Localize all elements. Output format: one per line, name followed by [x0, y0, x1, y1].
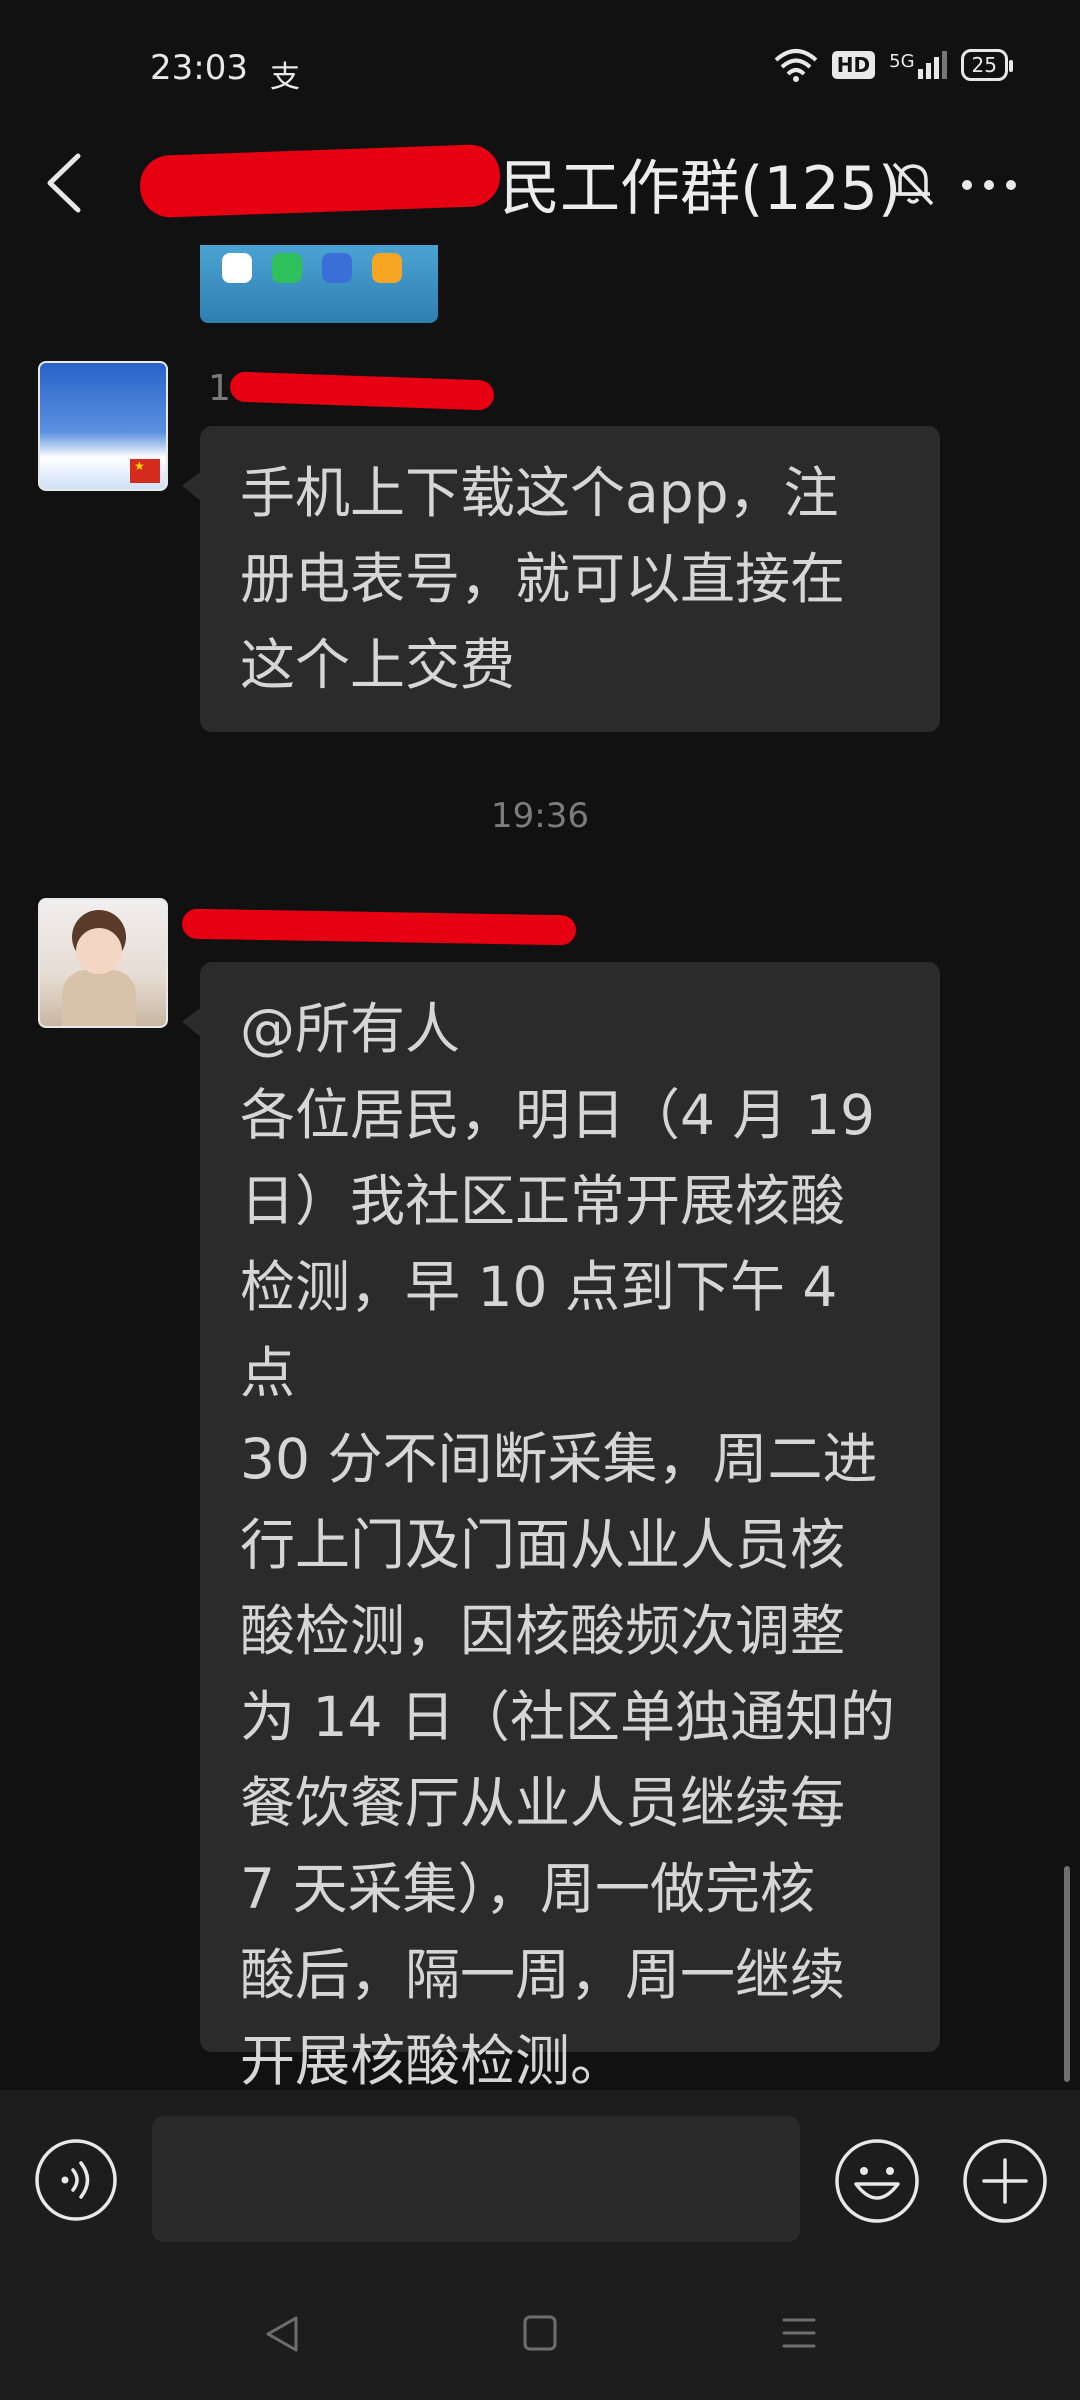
- phone-app-icon: [272, 253, 302, 283]
- scrollbar[interactable]: [1064, 1866, 1070, 2082]
- alipay-icon: 支: [270, 60, 300, 95]
- camera-app-icon: [322, 253, 352, 283]
- nav-recent-icon[interactable]: [780, 2314, 818, 2352]
- emoji-icon[interactable]: [834, 2138, 920, 2224]
- sender-name: 1: [208, 368, 231, 409]
- back-icon[interactable]: [42, 152, 86, 214]
- redaction-mark: [229, 371, 495, 411]
- voice-input-icon[interactable]: [34, 2138, 118, 2222]
- plus-icon[interactable]: [962, 2138, 1048, 2224]
- china-flag-icon: [130, 459, 160, 483]
- image-message[interactable]: [200, 245, 438, 323]
- nav-home-icon[interactable]: [522, 2314, 558, 2352]
- hd-badge: HD: [831, 51, 876, 79]
- contacts-app-icon: [372, 253, 402, 283]
- battery-icon: 25: [960, 49, 1014, 81]
- more-icon[interactable]: [960, 178, 1018, 192]
- bell-off-icon[interactable]: [888, 158, 938, 208]
- message-timestamp: 19:36: [491, 796, 589, 836]
- signal-icon: 5G: [889, 51, 947, 79]
- message-bubble[interactable]: @所有人 各位居民，明日（4 月 19 日）我社区正常开展核酸 检测，早 10 …: [182, 962, 940, 2093]
- message-input[interactable]: [152, 2116, 800, 2242]
- nav-back-icon[interactable]: [262, 2312, 302, 2356]
- status-icons: HD 5G 25: [774, 48, 1014, 82]
- redaction-mark: [181, 908, 577, 946]
- avatar[interactable]: [38, 361, 168, 491]
- status-time: 23:03: [150, 48, 248, 88]
- message-app-icon: [222, 253, 252, 283]
- redaction-mark: [139, 143, 501, 219]
- network-label: 5G: [889, 51, 915, 72]
- message-bubble[interactable]: 手机上下载这个app，注 册电表号，就可以直接在 这个上交费: [182, 426, 940, 732]
- wifi-icon: [774, 49, 818, 82]
- avatar[interactable]: [38, 898, 168, 1028]
